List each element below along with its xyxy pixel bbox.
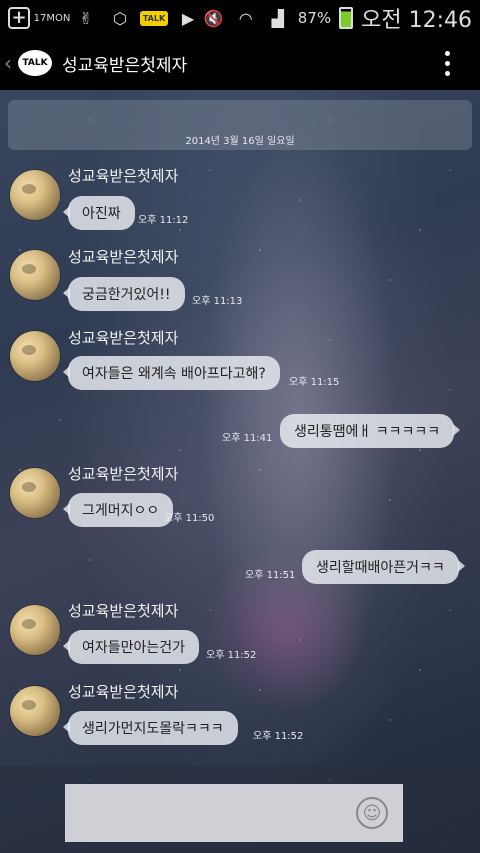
message-time: 오후 11:52 [253,731,304,742]
message-time: 오후 11:52 [206,650,257,661]
avatar[interactable] [10,250,60,300]
talk-badge: TALK [139,10,169,26]
plus-box-icon: + [8,7,30,29]
avatar[interactable] [10,170,60,220]
calendar-day: MON [46,12,71,24]
status-bar: + 17 MON ✌ ⬡ TALK ▶ 🔇 ◠ ▟ 87% 오전 12:46 [0,0,480,36]
message-bubble-sent[interactable]: 생리통땜에ㅐ ㅋㅋㅋㅋㅋ [280,414,461,448]
avatar[interactable] [10,331,60,381]
sender-name: 성교육받은첫제자 [68,465,179,483]
chat-header: ‹ TALK 성교육받은첫제자 [0,36,480,90]
message-bubble[interactable]: 궁금한거있어!! [63,277,185,311]
back-chevron-icon[interactable]: ‹ [4,51,18,75]
battery-percent: 87% [297,9,332,27]
chat-title: 성교육받은첫제자 [62,55,188,76]
wifi-icon: ◠ [238,8,253,28]
peace-hand-icon: ✌ [79,8,93,28]
message-time: 오후 11:51 [245,570,296,581]
exo-logo-icon: ⬡ [113,8,127,28]
message-time: 오후 11:13 [192,296,243,307]
message-bubble[interactable]: 아진짜 [63,196,135,230]
sender-name: 성교육받은첫제자 [68,602,179,620]
message-time: 오후 11:50 [164,513,215,524]
sender-name: 성교육받은첫제자 [68,167,179,185]
avatar[interactable] [10,686,60,736]
date-divider-label: 2014년 3월 16일 일요일 [185,136,295,147]
kakaotalk-logo[interactable]: TALK [18,50,52,76]
message-bubble-sent[interactable]: 생리할때배아픈거ㅋㅋ [302,550,465,584]
sender-name: 성교육받은첫제자 [68,683,179,701]
message-time: 오후 11:12 [138,215,189,226]
message-bubble[interactable]: 그게머지ㅇㅇ [62,493,174,527]
message-bubble[interactable]: 여자들만아는건가 [62,630,200,664]
date-divider: 2014년 3월 16일 일요일 [8,100,472,150]
clock: 오전 12:46 [361,8,472,33]
overflow-menu-icon[interactable] [445,50,476,76]
signal-icon: ▟ [271,8,284,28]
message-bubble[interactable]: 생리가먼지도몰락ㅋㅋㅋ [63,711,238,745]
avatar[interactable] [10,468,60,518]
calendar-date: 17 [33,12,47,24]
mute-icon: 🔇 [203,8,224,28]
avatar[interactable] [10,605,60,655]
calendar-icon: 17 MON [34,6,71,30]
sender-name: 성교육받은첫제자 [68,329,179,347]
message-bubble[interactable]: 여자들은 왜계속 배아프다고해? [63,356,280,390]
message-input[interactable] [65,784,403,842]
message-time: 오후 11:15 [289,377,340,388]
sender-name: 성교육받은첫제자 [68,248,179,266]
emoji-icon[interactable]: ☺ [356,797,388,829]
play-icon: ▶ [181,8,195,28]
kakaotalk-icon: TALK [139,6,169,30]
battery-charging-icon [339,7,354,29]
message-time: 오후 11:41 [222,433,273,444]
